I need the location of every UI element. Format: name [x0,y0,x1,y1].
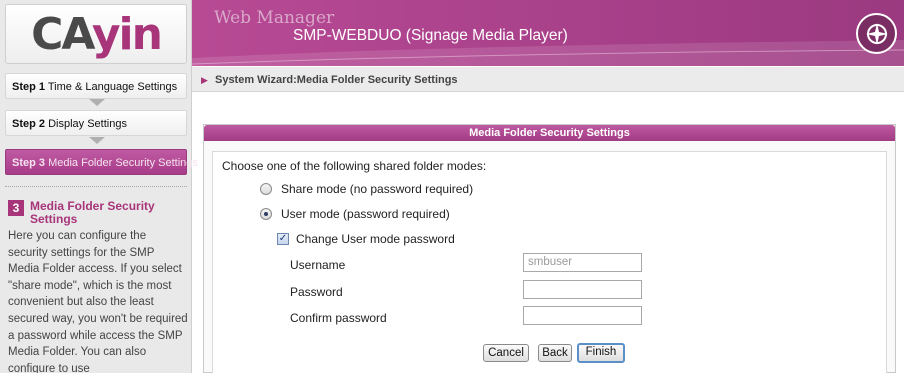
step-number: Step 3 [12,157,46,169]
logo-text-main: CA [31,8,94,60]
step-down-arrow-icon [89,99,105,106]
step-label: Display Settings [48,118,127,130]
app-name: Web Manager [214,8,335,28]
help-title: 3 Media Folder Security Settings [8,200,188,226]
user-mode-radio[interactable] [260,208,272,220]
share-mode-option[interactable]: Share mode (no password required) [260,182,473,196]
step-label: Media Folder Security Settings [48,157,198,169]
change-password-checkbox[interactable]: ✓ [277,233,289,245]
share-mode-label: Share mode (no password required) [281,182,474,196]
logo-text-accent: yin [91,8,163,60]
star-burst-icon [856,13,897,54]
step-display[interactable]: Step 2 Display Settings [5,110,187,136]
breadcrumb-text: System Wizard:Media Folder Security Sett… [214,74,458,86]
help-panel: 3 Media Folder Security Settings Here yo… [8,200,188,373]
help-text: Here you can configure the security sett… [8,230,188,373]
username-field[interactable]: smbuser [523,253,642,272]
share-mode-radio[interactable] [260,183,272,195]
confirm-password-field[interactable] [523,306,642,325]
step-number: Step 1 [12,81,46,93]
back-button[interactable]: Back [538,344,572,362]
breadcrumb-arrow-icon: ▶ [201,75,208,85]
finish-button[interactable]: Finish [577,343,625,363]
step-number-badge: 3 [8,200,24,216]
confirm-password-label: Confirm password [290,311,387,325]
username-label: Username [290,258,346,272]
header-banner: Web Manager SMP-WEBDUO (Signage Media Pl… [192,0,904,66]
cayin-logo: CAyin [5,4,187,64]
change-password-option[interactable]: ✓ Change User mode password [277,232,455,246]
password-label: Password [290,285,343,299]
wizard-sidebar: CAyin Step 1 Time & Language Settings St… [0,0,198,373]
help-title-text: Media Folder Security Settings [30,199,155,226]
divider [5,186,187,187]
step-media-folder-security[interactable]: Step 3 Media Folder Security Settings [5,149,198,175]
password-field[interactable] [523,280,642,299]
user-mode-option[interactable]: User mode (password required) [260,207,450,221]
step-label: Time & Language Settings [47,81,178,93]
settings-panel: Media Folder Security Settings Choose on… [203,124,896,373]
step-time-language[interactable]: Step 1 Time & Language Settings [5,73,187,99]
device-title: SMP-WEBDUO (Signage Media Player) [293,27,568,44]
breadcrumb: ▶ System Wizard:Media Folder Security Se… [192,67,904,92]
mode-prompt: Choose one of the following shared folde… [222,159,487,173]
user-mode-label: User mode (password required) [281,207,450,221]
panel-body: Choose one of the following shared folde… [212,151,887,373]
step-number: Step 2 [12,118,46,130]
cancel-button[interactable]: Cancel [483,344,529,362]
step-down-arrow-icon [89,137,105,144]
change-password-label: Change User mode password [296,232,455,246]
panel-title: Media Folder Security Settings [204,125,895,141]
